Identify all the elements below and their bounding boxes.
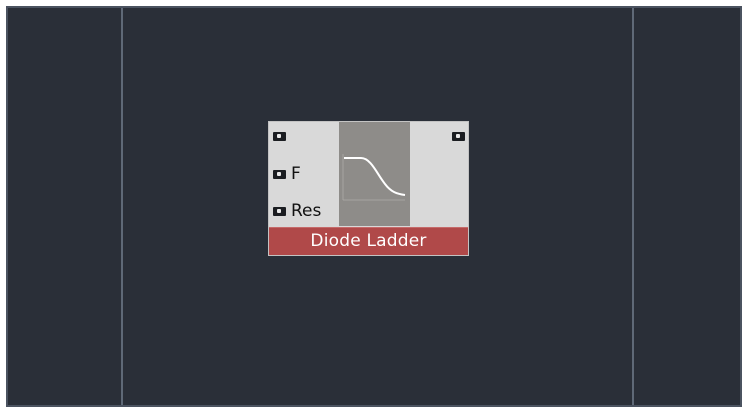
input-label-f: F (291, 164, 301, 184)
input-port-res[interactable] (273, 207, 286, 216)
module-title: Diode Ladder (269, 227, 468, 255)
diode-ladder-module[interactable]: F Res Diode Ladder (268, 121, 469, 256)
input-port-f[interactable] (273, 170, 286, 179)
output-port[interactable] (452, 132, 465, 141)
lowpass-curve-icon (342, 154, 406, 201)
input-label-res: Res (291, 201, 322, 221)
canvas-divider-right (632, 8, 634, 405)
input-port-1[interactable] (273, 132, 286, 141)
patch-canvas[interactable]: F Res Diode Ladder (6, 6, 742, 407)
canvas-divider-left (121, 8, 123, 405)
filter-display (339, 122, 410, 226)
